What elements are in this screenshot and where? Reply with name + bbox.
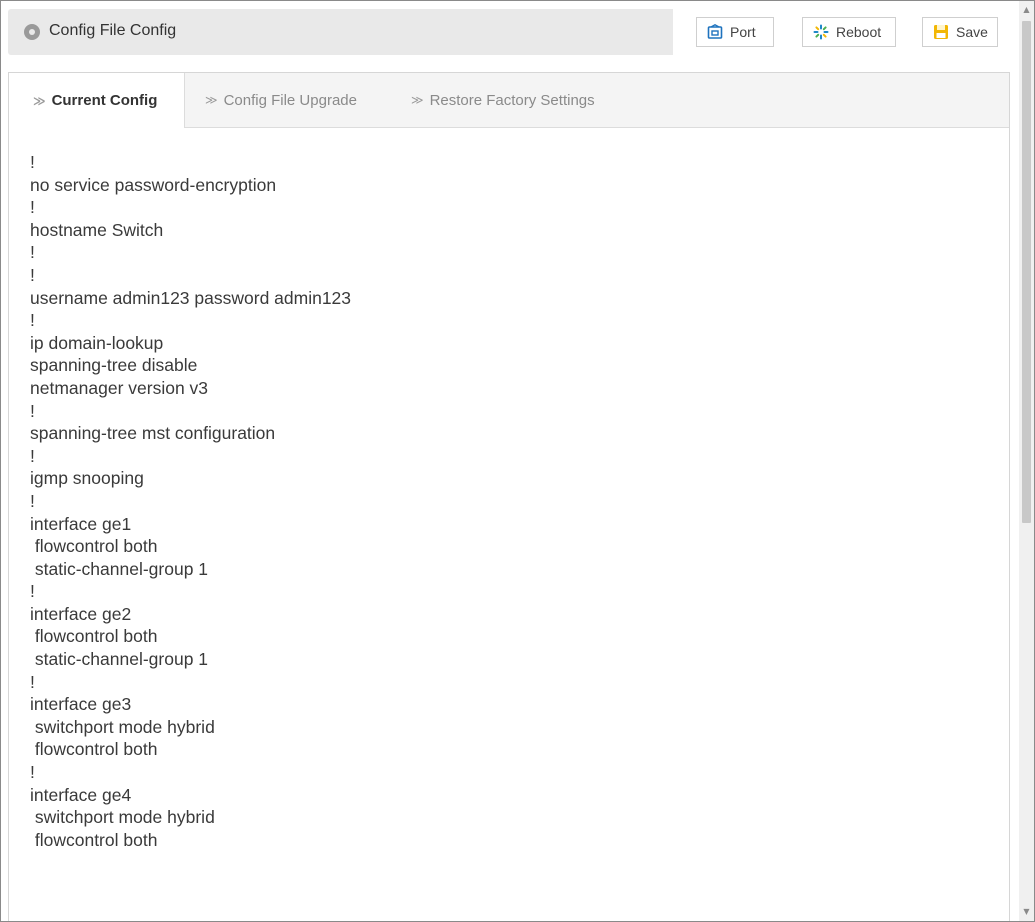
tab-restore-factory-settings[interactable]: ≫ Restore Factory Settings [411,73,595,127]
tab-current-config[interactable]: ≫ Current Config [9,73,185,128]
save-button[interactable]: Save [922,17,998,47]
tab-label: Restore Factory Settings [429,91,595,109]
page-header: Config File Config Port Reboot Save [8,9,1014,55]
scroll-up-arrow-icon[interactable]: ▲ [1019,3,1034,17]
floppy-icon [933,24,949,40]
spinner-icon [813,24,829,40]
scroll-down-arrow-icon[interactable]: ▼ [1019,905,1034,919]
scroll-thumb[interactable] [1022,21,1031,523]
port-button-label: Port [730,24,756,40]
tab-bar: ≫ Current Config ≫ Config File Upgrade ≫… [9,73,1009,128]
tab-label: Current Config [51,92,158,109]
config-file-window: Config File Config Port Reboot Save ≫ Cu… [0,0,1035,922]
port-button[interactable]: Port [696,17,774,47]
tab-label: Config File Upgrade [223,91,357,109]
title-bar: Config File Config [8,9,673,55]
chevron-right-icon: ≫ [33,93,46,108]
save-button-label: Save [956,24,988,40]
page-title: Config File Config [49,22,177,39]
tab-config-file-upgrade[interactable]: ≫ Config File Upgrade [205,73,357,127]
reboot-button-label: Reboot [836,24,882,40]
chevron-right-icon: ≫ [205,93,218,107]
circle-dot-icon [24,24,40,40]
config-panel: ≫ Current Config ≫ Config File Upgrade ≫… [8,72,1010,921]
chevron-right-icon: ≫ [411,93,424,107]
vertical-scrollbar[interactable]: ▲ ▼ [1019,1,1034,921]
reboot-button[interactable]: Reboot [802,17,896,47]
current-config-text: ! no service password-encryption ! hostn… [30,152,352,850]
port-icon [707,24,723,40]
